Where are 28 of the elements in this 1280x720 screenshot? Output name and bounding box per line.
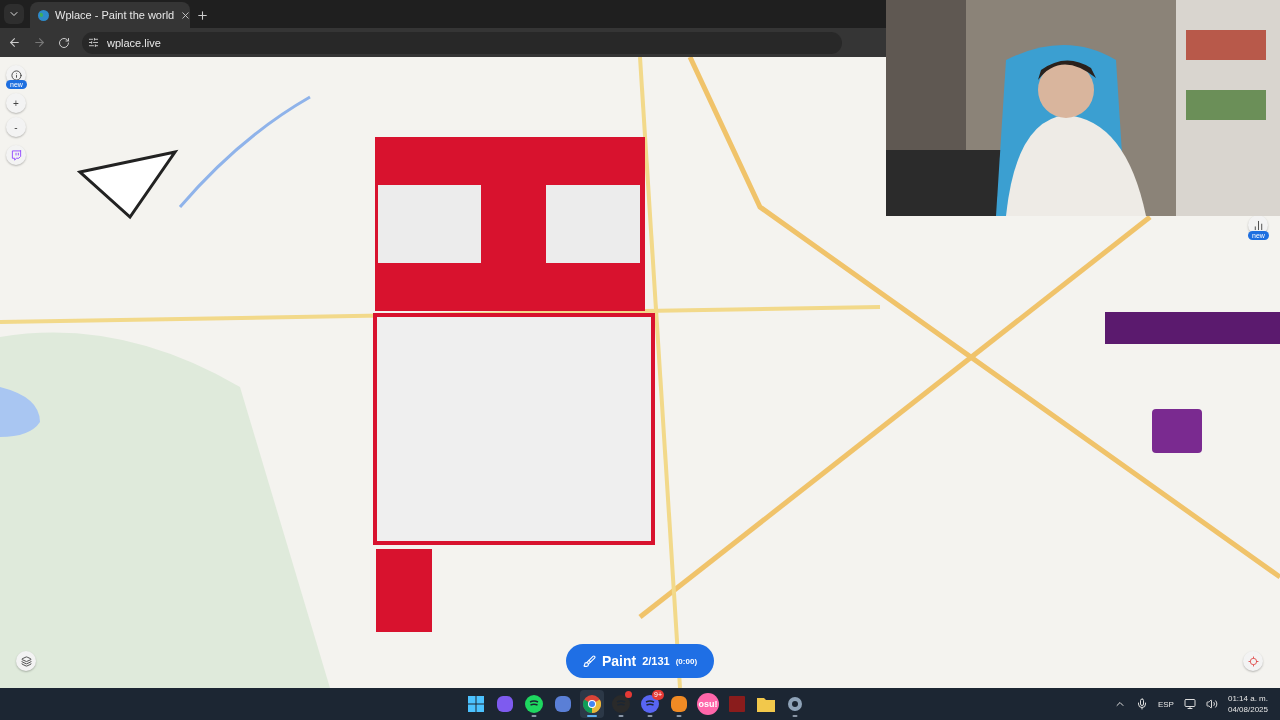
language-indicator[interactable]: ESP [1157,699,1174,709]
tab-menu-button[interactable] [4,4,24,24]
volume-icon[interactable] [1205,698,1218,710]
taskbar-app[interactable] [580,690,604,718]
microphone-icon[interactable] [1135,698,1148,710]
globe-icon [38,9,49,21]
browser-app-icon [583,695,601,713]
clock-time: 01:14 a. m. [1227,693,1268,704]
windows-logo-icon [468,696,484,712]
paint-button[interactable]: Paint 2/131 (0:00) [566,644,714,678]
close-icon[interactable] [180,9,192,21]
leaderboard-icon [1252,219,1264,231]
brush-icon [582,654,596,668]
music-app-icon [525,695,543,713]
gear-icon [787,696,803,712]
forward-icon[interactable] [33,36,46,49]
new-tab-icon[interactable] [196,9,209,22]
back-icon[interactable] [8,36,21,49]
network-icon[interactable] [1183,698,1196,710]
twitch-icon [10,149,22,161]
clock-date: 04/08/2025 [1227,704,1268,715]
address-bar[interactable]: wplace.live [82,31,842,54]
folder-icon [757,696,775,712]
reload-icon[interactable] [58,36,70,49]
info-icon [10,69,22,81]
locate-icon [1247,655,1259,667]
browser-tab[interactable]: Wplace - Paint the world [30,2,190,28]
layers-icon [20,655,32,667]
